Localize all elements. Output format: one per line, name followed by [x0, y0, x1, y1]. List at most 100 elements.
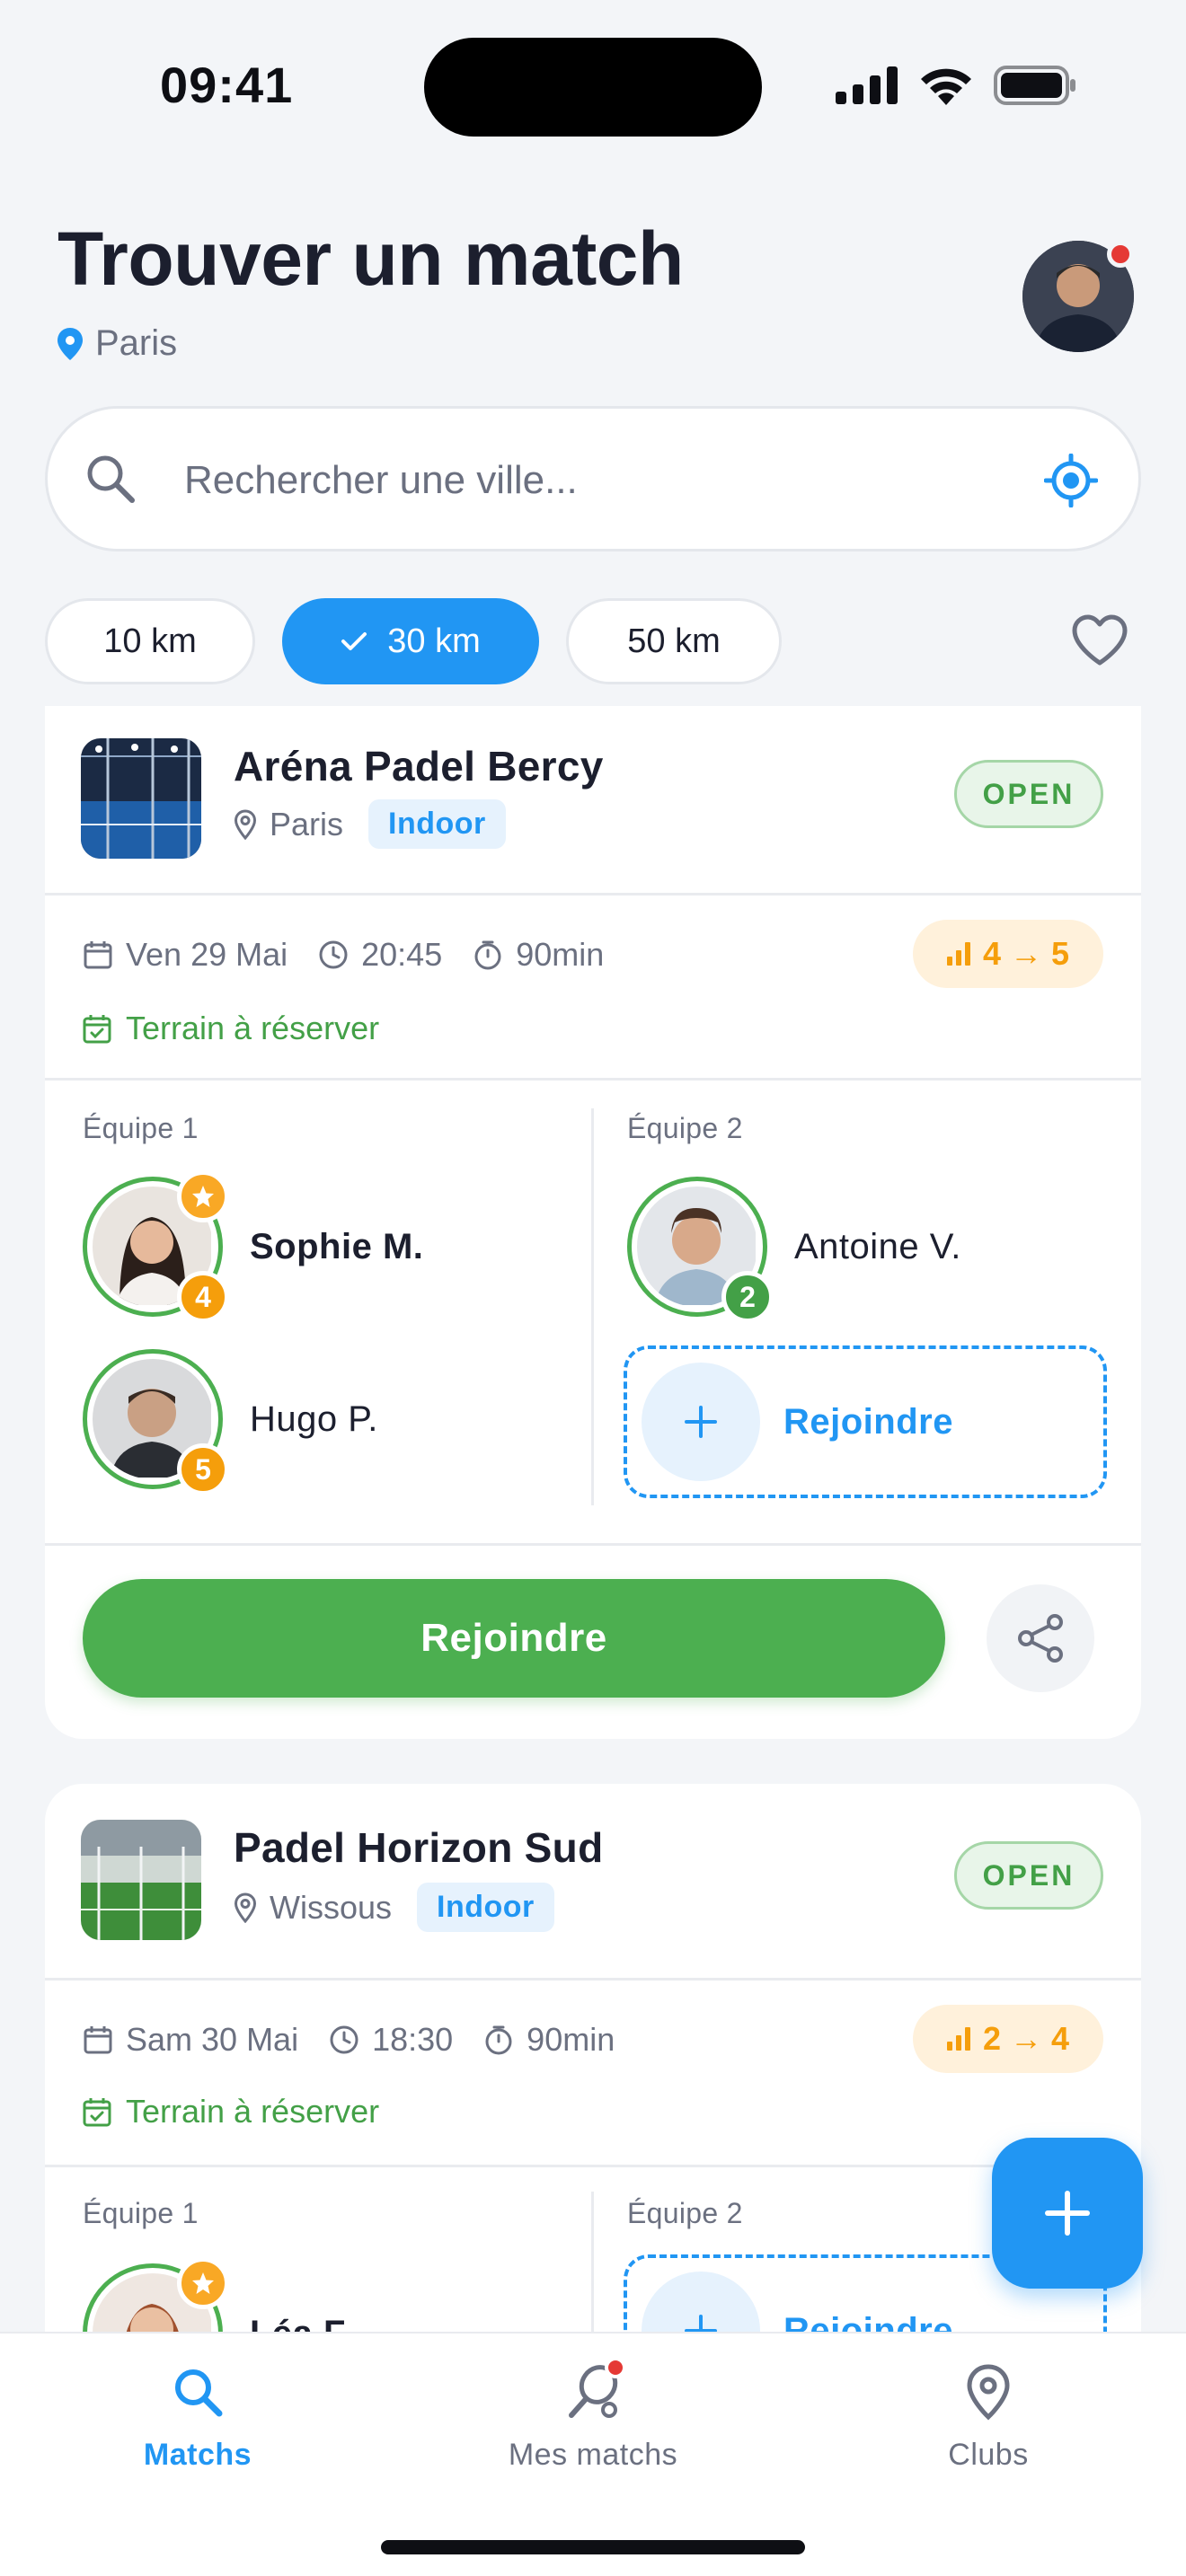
- join-slot-label: Rejoindre: [783, 1401, 953, 1442]
- match-card-header: Padel Horizon Sud Wissous Indoor OPEN: [45, 1784, 1141, 1972]
- club-thumbnail: [81, 738, 201, 859]
- battery-icon: [994, 66, 1075, 105]
- match-time: 18:30: [329, 2021, 453, 2059]
- chip-label: 10 km: [103, 622, 197, 660]
- plus-icon: [1045, 2191, 1090, 2236]
- chip-30km[interactable]: 30 km: [282, 598, 539, 684]
- club-name: Padel Horizon Sud: [234, 1824, 604, 1871]
- terrain-label: Terrain à réserver: [126, 1010, 380, 1046]
- clock-icon: [319, 940, 348, 969]
- distance-filter: 10 km 30 km 50 km: [45, 598, 782, 684]
- plus-icon: [685, 1406, 717, 1438]
- club-city: Paris: [270, 805, 344, 842]
- search-input[interactable]: [184, 445, 993, 516]
- heart-icon: [1072, 614, 1128, 666]
- calendar-icon: [84, 941, 112, 969]
- player-slot[interactable]: 4 Sophie M.: [83, 1170, 424, 1323]
- dynamic-island: [424, 38, 762, 137]
- team-2-label: Équipe 2: [627, 2197, 743, 2229]
- nav-label: Mes matchs: [508, 2438, 678, 2472]
- match-duration: 90min: [483, 2021, 615, 2059]
- player-level-badge: 4: [177, 1271, 229, 1323]
- search-icon: [87, 455, 135, 503]
- join-match-button[interactable]: Rejoindre: [83, 1579, 945, 1698]
- share-button[interactable]: [987, 1584, 1094, 1692]
- home-indicator[interactable]: [381, 2540, 805, 2554]
- time-label: 18:30: [372, 2021, 454, 2058]
- player-level-badge: 5: [177, 1443, 229, 1495]
- status-time: 09:41: [160, 57, 294, 113]
- date-label: Sam 30 Mai: [126, 2021, 299, 2058]
- check-icon: [341, 632, 367, 650]
- team-2-label: Équipe 2: [627, 1112, 743, 1144]
- level-range-label: 2 → 4: [982, 2020, 1070, 2057]
- team-divider: [591, 1108, 594, 1505]
- locate-me-button[interactable]: [1040, 449, 1102, 512]
- share-icon: [1018, 1614, 1063, 1663]
- nav-tab-clubs[interactable]: Clubs: [872, 2359, 1105, 2473]
- player-name: Antoine V.: [794, 1226, 961, 1266]
- player-avatar: 4: [83, 1170, 229, 1323]
- court-type-tag: Indoor: [417, 1883, 554, 1932]
- level-range-label: 4 → 5: [982, 935, 1070, 972]
- cellular-signal-icon: [836, 66, 898, 104]
- player-name: Hugo P.: [250, 1398, 378, 1439]
- calendar-check-icon: [83, 2098, 111, 2127]
- wifi-icon: [921, 68, 971, 105]
- calendar-icon: [84, 2026, 112, 2054]
- divider: [45, 1978, 1141, 1981]
- level-range-badge: 4 → 5: [913, 920, 1103, 988]
- time-label: 20:45: [361, 936, 443, 973]
- chip-50km[interactable]: 50 km: [566, 598, 782, 684]
- star-icon: [192, 2272, 214, 2294]
- court-booking-status: Terrain à réserver: [83, 2093, 379, 2130]
- match-time: 20:45: [318, 936, 442, 974]
- captain-star-badge: [177, 2257, 229, 2309]
- search-bar[interactable]: [45, 406, 1141, 551]
- nav-tab-matchs[interactable]: Matchs: [81, 2359, 314, 2473]
- duration-label: 90min: [516, 936, 605, 973]
- favorites-button[interactable]: [1066, 609, 1134, 672]
- clock-icon: [330, 2025, 358, 2054]
- player-slot[interactable]: 2 Antoine V.: [627, 1177, 961, 1323]
- map-pin-icon: [234, 1892, 257, 1923]
- match-date: Sam 30 Mai: [83, 2021, 298, 2059]
- location-label: Paris: [95, 323, 178, 363]
- divider: [45, 1078, 1141, 1081]
- player-slot[interactable]: 5 Hugo P.: [83, 1349, 378, 1495]
- search-icon: [175, 2369, 223, 2417]
- add-player-button: [642, 1363, 760, 1481]
- chip-label: 30 km: [387, 622, 481, 660]
- court-booking-status: Terrain à réserver: [83, 1010, 379, 1047]
- status-bar: 09:41: [0, 0, 1186, 162]
- divider: [45, 893, 1141, 895]
- notification-dot: [1107, 241, 1134, 268]
- club-name: Aréna Padel Bercy: [234, 743, 604, 790]
- club-meta: Wissous Indoor: [234, 1883, 554, 1932]
- nav-icon: [560, 2357, 626, 2425]
- profile-avatar-button[interactable]: [1022, 241, 1134, 352]
- player-name: Sophie M.: [250, 1226, 424, 1266]
- nav-label: Clubs: [948, 2438, 1029, 2472]
- map-pin-icon: [967, 2364, 1010, 2421]
- terrain-label: Terrain à réserver: [126, 2093, 380, 2130]
- chip-label: 50 km: [627, 622, 721, 660]
- notification-dot: [605, 2357, 626, 2378]
- captain-star-badge: [177, 1170, 229, 1222]
- divider: [45, 2165, 1141, 2167]
- team-1-label: Équipe 1: [83, 1112, 199, 1144]
- nav-icon: [955, 2359, 1022, 2425]
- level-range-badge: 2 → 4: [913, 2005, 1103, 2073]
- gps-crosshair-icon: [1044, 454, 1098, 507]
- match-card-header: Aréna Padel Bercy Paris Indoor OPEN: [45, 706, 1141, 895]
- match-info-row: Sam 30 Mai 18:30 90min: [83, 2021, 645, 2059]
- match-duration: 90min: [473, 936, 604, 974]
- current-location[interactable]: Paris: [58, 323, 177, 364]
- create-match-fab[interactable]: [992, 2138, 1143, 2289]
- map-pin-icon: [234, 808, 257, 840]
- level-bars-icon: [946, 2027, 970, 2051]
- chip-10km[interactable]: 10 km: [45, 598, 255, 684]
- match-card[interactable]: Aréna Padel Bercy Paris Indoor OPEN Ven …: [45, 706, 1141, 1739]
- nav-tab-mes-matchs[interactable]: Mes matchs: [476, 2357, 710, 2473]
- join-team-slot[interactable]: Rejoindre: [624, 1345, 1107, 1498]
